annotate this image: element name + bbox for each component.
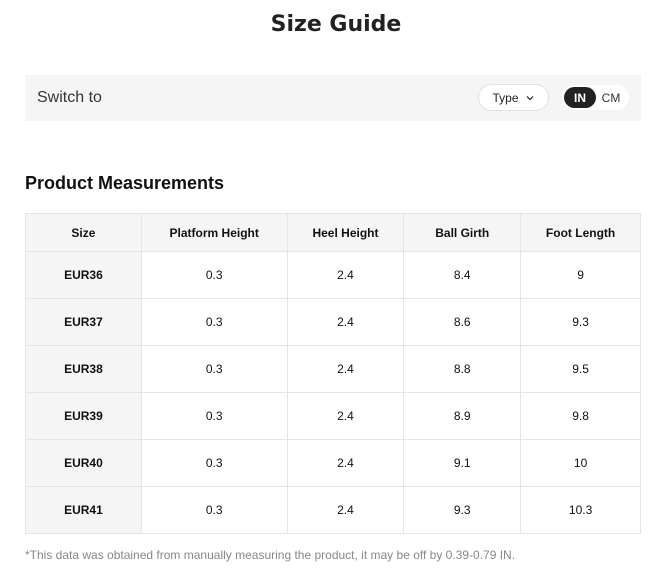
table-cell: 9.5 [520,345,641,393]
table-cell: 0.3 [140,251,288,299]
table-cell: 8.6 [403,298,522,346]
column-header: Platform Height [140,213,288,252]
table-row: EUR39 0.3 2.4 8.9 9.8 [25,392,641,440]
size-cell: EUR40 [25,439,142,487]
table-cell: 10.3 [520,486,641,534]
table-cell: 2.4 [286,345,405,393]
table-cell: 0.3 [140,345,288,393]
unit-switch-bar: Switch to Type IN CM [25,75,641,121]
table-cell: 9.8 [520,392,641,440]
unit-cm-button[interactable]: CM [596,87,626,108]
table-cell: 0.3 [140,439,288,487]
section-title: Product Measurements [25,173,225,193]
table-row: EUR38 0.3 2.4 8.8 9.5 [25,345,641,393]
footnote: *This data was obtained from manually me… [25,548,516,562]
table-cell: 0.3 [140,298,288,346]
table-cell: 2.4 [286,251,405,299]
table-cell: 9.1 [403,439,522,487]
table-cell: 8.9 [403,392,522,440]
table-cell: 2.4 [286,298,405,346]
table-header-row: Size Platform Height Heel Height Ball Gi… [25,213,641,252]
table-row: EUR40 0.3 2.4 9.1 10 [25,439,641,487]
switch-label: Switch to [37,89,102,106]
table-row: EUR36 0.3 2.4 8.4 9 [25,251,641,299]
unit-in-button[interactable]: IN [564,87,596,108]
column-header: Foot Length [520,213,641,252]
table-cell: 2.4 [286,392,405,440]
size-cell: EUR39 [25,392,142,440]
table-cell: 2.4 [286,439,405,487]
table-cell: 9 [520,251,641,299]
table-cell: 2.4 [286,486,405,534]
table-cell: 0.3 [140,392,288,440]
size-cell: EUR37 [25,298,142,346]
type-dropdown-label: Type [492,90,519,105]
type-dropdown[interactable]: Type [478,84,549,111]
unit-toggle: IN CM [562,85,629,110]
column-header: Ball Girth [403,213,522,252]
table-cell: 0.3 [140,486,288,534]
table-row: EUR37 0.3 2.4 8.6 9.3 [25,298,641,346]
column-header: Size [25,213,142,252]
table-cell: 10 [520,439,641,487]
size-cell: EUR41 [25,486,142,534]
column-header: Heel Height [286,213,405,252]
size-cell: EUR38 [25,345,142,393]
table-cell: 9.3 [403,486,522,534]
table-cell: 9.3 [520,298,641,346]
size-table: Size Platform Height Heel Height Ball Gi… [25,213,641,534]
page-title: Size Guide [270,12,402,37]
table-row: EUR41 0.3 2.4 9.3 10.3 [25,486,641,534]
table-cell: 8.4 [403,251,522,299]
size-cell: EUR36 [25,251,142,299]
chevron-down-icon [526,95,533,100]
table-cell: 8.8 [403,345,522,393]
